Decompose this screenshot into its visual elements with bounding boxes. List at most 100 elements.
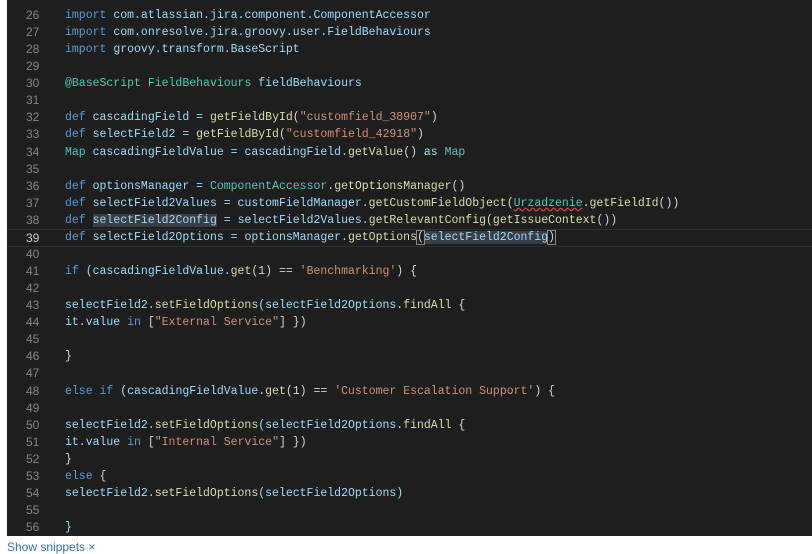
- code-text[interactable]: def selectField2Options = optionsManager…: [65, 229, 557, 246]
- code-token: ] }): [278, 435, 307, 449]
- code-token: cascadingField =: [85, 111, 210, 125]
- code-line[interactable]: 48 else if (cascadingFieldValue.get(1) ==…: [7, 383, 812, 400]
- code-token: import: [65, 9, 107, 22]
- code-line[interactable]: 50 selectField2.setFieldOptions(selectFie…: [7, 417, 812, 434]
- line-number: 28: [26, 42, 40, 57]
- code-token: (selectField2Options): [258, 486, 404, 500]
- code-line[interactable]: 53 else {: [7, 468, 812, 485]
- code-token: }: [65, 452, 72, 466]
- code-line[interactable]: 35: [7, 161, 812, 178]
- code-line[interactable]: 32 def cascadingField = getFieldById("cus…: [7, 109, 812, 126]
- code-line[interactable]: 36 def optionsManager = ComponentAccessor…: [7, 178, 812, 195]
- code-text[interactable]: selectField2.setFieldOptions(selectField…: [65, 417, 465, 434]
- code-text[interactable]: else {: [65, 468, 106, 485]
- code-line[interactable]: 49: [7, 400, 812, 417]
- line-number: 32: [26, 110, 40, 125]
- code-line[interactable]: 54 selectField2.setFieldOptions(selectFie…: [7, 485, 812, 502]
- code-token: {: [451, 418, 466, 432]
- code-token: it.value: [65, 316, 128, 330]
- code-line[interactable]: 31: [7, 92, 812, 109]
- code-line[interactable]: 46}: [7, 348, 812, 365]
- line-number: 34: [26, 144, 40, 159]
- line-number: 48: [26, 383, 40, 398]
- code-line[interactable]: 28 import groovy.transform.BaseScript: [7, 41, 812, 58]
- code-text[interactable]: }: [65, 348, 72, 365]
- code-text[interactable]: def optionsManager = ComponentAccessor.g…: [65, 178, 465, 195]
- code-text[interactable]: selectField2.setFieldOptions(selectField…: [65, 297, 465, 314]
- code-line[interactable]: 39 def selectField2Options = optionsManag…: [7, 228, 812, 247]
- line-number: 40: [26, 246, 40, 261]
- code-text[interactable]: it.value in ["External Service"] }): [65, 314, 307, 331]
- code-token: selectField2Values = customFieldManager.: [85, 196, 369, 210]
- code-line[interactable]: 47: [7, 365, 812, 382]
- code-text[interactable]: }: [65, 451, 72, 468]
- code-editor[interactable]: 26 import com.atlassian.jira.component.Co…: [7, 0, 812, 536]
- code-text[interactable]: it.value in ["Internal Service"] }): [65, 434, 307, 451]
- code-text[interactable]: def selectField2 = getFieldById("customf…: [65, 126, 424, 143]
- code-token: selectField2Config: [92, 213, 217, 227]
- code-text[interactable]: @BaseScript FieldBehaviours fieldBehavio…: [65, 75, 362, 92]
- code-token: selectField2Options = optionsManager.: [85, 230, 348, 244]
- show-snippets-toggle[interactable]: Show snippets ×: [7, 540, 95, 554]
- code-text[interactable]: def selectField2Config = selectField2Val…: [65, 212, 617, 229]
- code-token: else: [65, 384, 93, 398]
- code-line[interactable]: 38 def selectField2Config = selectField2V…: [7, 212, 812, 229]
- code-text[interactable]: def cascadingField = getFieldById("custo…: [65, 109, 438, 126]
- code-text[interactable]: else if (cascadingFieldValue.get(1) == '…: [65, 383, 555, 400]
- line-number: 39: [26, 230, 40, 245]
- code-token: optionsManager =: [85, 179, 210, 193]
- code-line[interactable]: 40: [7, 246, 812, 263]
- code-token: com.onresolve.jira.groovy.user.FieldBeha…: [106, 26, 431, 40]
- code-text[interactable]: Map cascadingFieldValue = cascadingField…: [65, 144, 465, 161]
- code-line[interactable]: 41 if (cascadingFieldValue.get(1) == 'Ben…: [7, 263, 812, 280]
- code-line[interactable]: 30 @BaseScript FieldBehaviours fieldBehav…: [7, 75, 812, 92]
- code-line[interactable]: 34 Map cascadingFieldValue = cascadingFie…: [7, 144, 812, 161]
- code-token: 'Benchmarking': [299, 265, 397, 279]
- code-line[interactable]: 56}: [7, 519, 812, 536]
- code-token: ): [417, 128, 424, 142]
- code-token: getFieldId: [589, 196, 659, 210]
- code-token: in: [127, 435, 141, 449]
- code-line[interactable]: 55: [7, 502, 812, 519]
- line-number: 36: [26, 178, 40, 193]
- code-line[interactable]: 27 import com.onresolve.jira.groovy.user.…: [7, 24, 812, 41]
- code-token: else: [65, 469, 93, 483]
- code-token: cascadingFieldValue = cascadingField.: [85, 145, 348, 159]
- code-token: def: [65, 196, 86, 210]
- code-text[interactable]: def selectField2Values = customFieldMana…: [65, 195, 679, 212]
- code-text[interactable]: import com.onresolve.jira.groovy.user.Fi…: [65, 24, 431, 41]
- code-line[interactable]: 26 import com.atlassian.jira.component.Co…: [7, 7, 812, 24]
- code-line[interactable]: 51 it.value in ["Internal Service"] }): [7, 434, 812, 451]
- code-line[interactable]: 44 it.value in ["External Service"] }): [7, 314, 812, 331]
- code-line[interactable]: 37 def selectField2Values = customFieldMa…: [7, 195, 812, 212]
- code-token: groovy.transform.BaseScript: [106, 43, 300, 57]
- code-token: (: [415, 229, 425, 245]
- code-token: if: [65, 265, 79, 279]
- line-number: 29: [26, 59, 40, 74]
- code-token: getCustomFieldObject: [368, 196, 507, 210]
- line-number: 49: [26, 400, 40, 415]
- code-token: selectField2.: [65, 299, 155, 313]
- code-token: getIssueContext: [492, 213, 597, 227]
- line-number: 50: [26, 417, 40, 432]
- code-text[interactable]: import groovy.transform.BaseScript: [65, 41, 300, 58]
- code-line[interactable]: 43 selectField2.setFieldOptions(selectFie…: [7, 297, 812, 314]
- code-text[interactable]: import com.atlassian.jira.component.Comp…: [65, 7, 431, 24]
- code-text[interactable]: selectField2.setFieldOptions(selectField…: [65, 485, 403, 502]
- code-line[interactable]: 29: [7, 58, 812, 75]
- line-number: 53: [26, 468, 40, 483]
- code-token: com.atlassian.jira.component.ComponentAc…: [106, 9, 431, 22]
- close-icon[interactable]: ×: [88, 540, 95, 554]
- code-line[interactable]: 33 def selectField2 = getFieldById("custo…: [7, 126, 812, 143]
- code-token: (): [403, 145, 424, 159]
- code-token: selectField2.: [65, 486, 155, 500]
- show-snippets-link[interactable]: Show snippets: [7, 540, 85, 554]
- code-token: [: [140, 316, 155, 330]
- code-line[interactable]: 42: [7, 280, 812, 297]
- code-text[interactable]: }: [65, 519, 72, 536]
- code-text[interactable]: if (cascadingFieldValue.get(1) == 'Bench…: [65, 263, 417, 280]
- code-line[interactable]: 45: [7, 331, 812, 348]
- code-token: if: [99, 384, 114, 398]
- code-line[interactable]: 52}: [7, 451, 812, 468]
- code-token: "External Service": [154, 316, 279, 330]
